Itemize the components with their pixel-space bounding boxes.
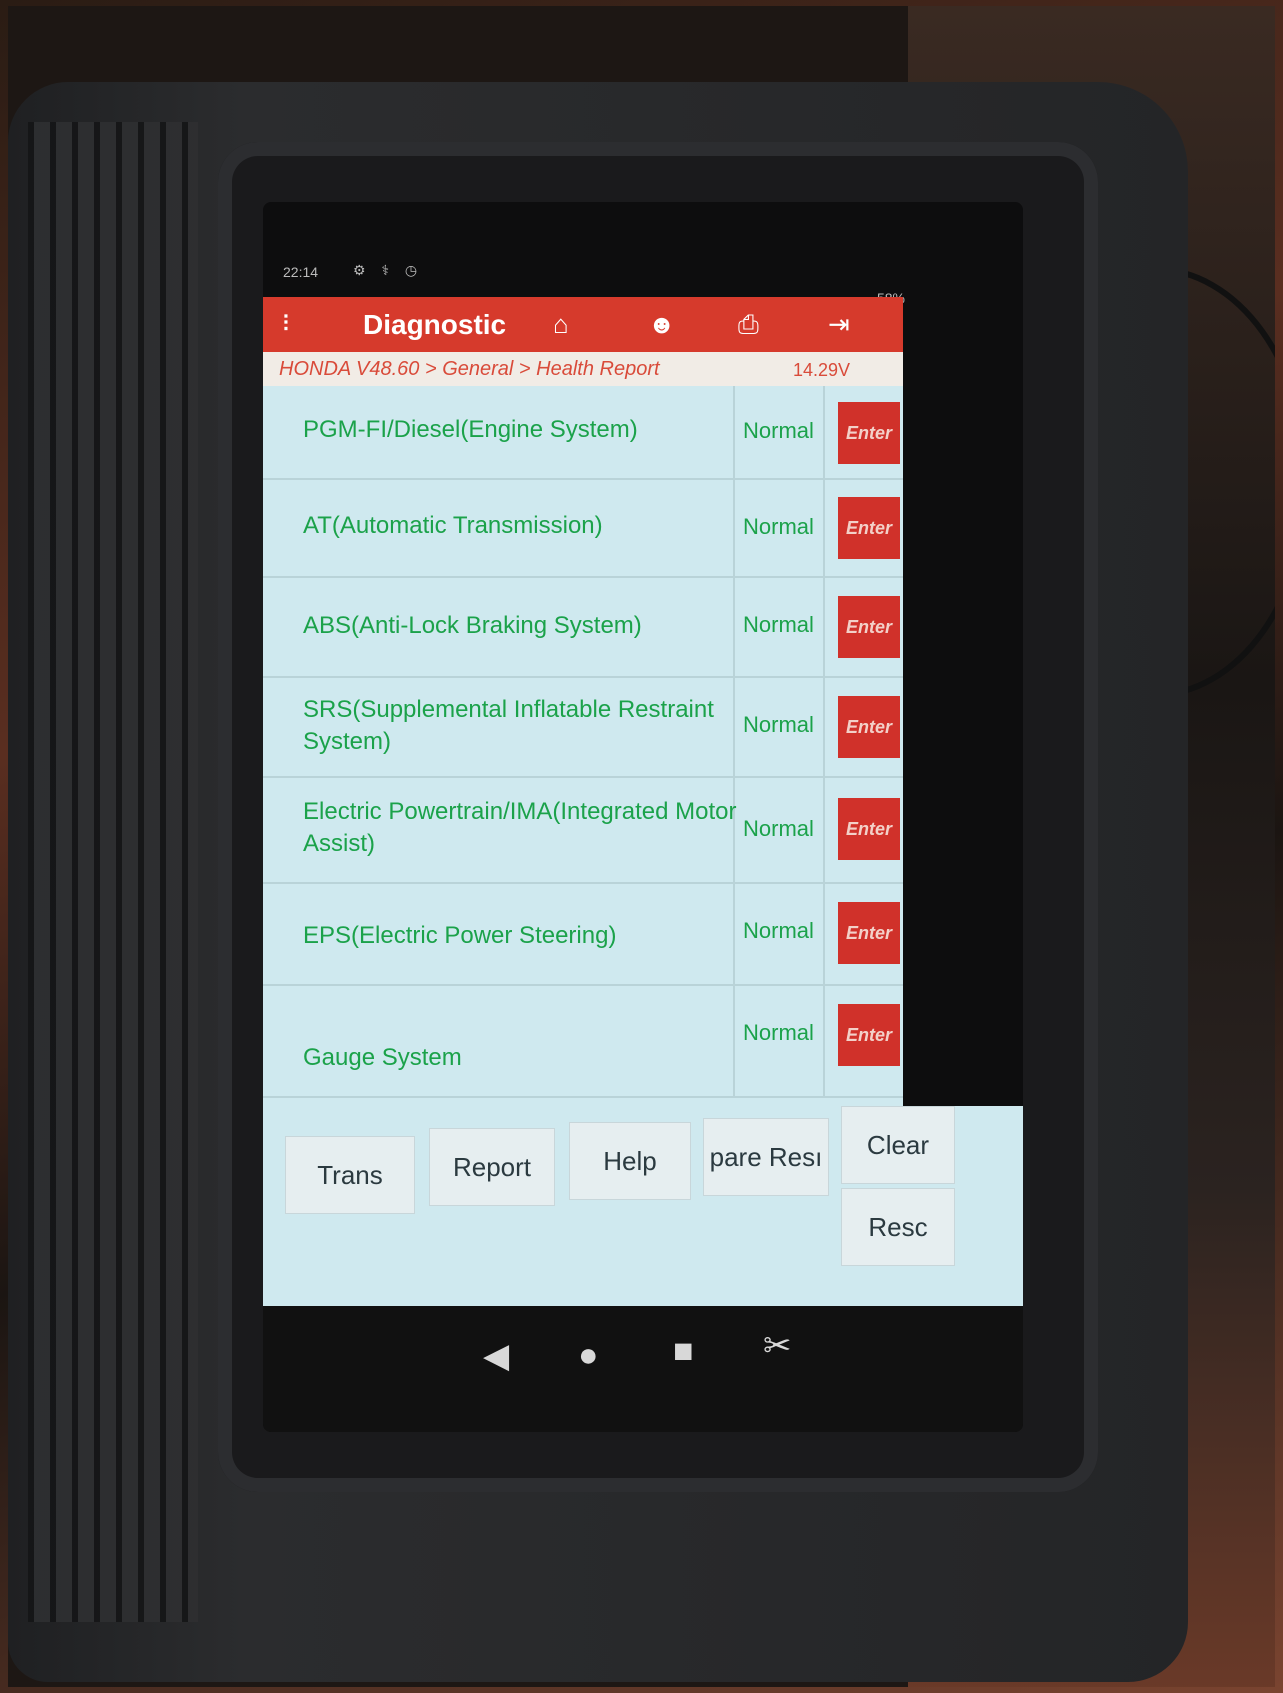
enter-button[interactable]: Enter — [838, 696, 900, 758]
print-icon[interactable]: ⎙ — [738, 309, 759, 341]
system-status: Normal — [743, 918, 814, 943]
user-icon[interactable]: ☻ — [648, 309, 675, 340]
system-name: EPS(Electric Power Steering) — [303, 922, 617, 949]
breadcrumb-bar: HONDA V48.60 > General > Health Report 1… — [263, 352, 903, 386]
list-item: ABS(Anti-Lock Braking System) Normal Ent… — [263, 578, 903, 678]
enter-button[interactable]: Enter — [838, 798, 900, 860]
column-divider — [823, 884, 825, 984]
footer-toolbar: Trans Report Help pare Resı Clear Resc — [263, 1106, 1023, 1306]
system-status: Normal — [743, 712, 814, 737]
menu-icon[interactable]: ⫶ — [283, 311, 289, 337]
home-nav-icon[interactable]: ● — [578, 1336, 599, 1375]
photo-frame: 22:14 ⚙ ⚕ ◷ 58% ⫶ Diagnostic ⌂ ☻ ⎙ ⇥ HON… — [8, 6, 1275, 1687]
enter-button[interactable]: Enter — [838, 596, 900, 658]
clear-button[interactable]: Clear — [841, 1106, 955, 1184]
list-item: Electric Powertrain/IMA(Integrated Motor… — [263, 778, 903, 884]
column-divider — [823, 678, 825, 776]
home-icon[interactable]: ⌂ — [553, 309, 569, 340]
list-item: Gauge System Normal Enter — [263, 986, 903, 1098]
column-divider — [823, 986, 825, 1096]
exit-icon[interactable]: ⇥ — [828, 309, 850, 340]
system-status: Normal — [743, 514, 814, 539]
scan-tool-device: 22:14 ⚙ ⚕ ◷ 58% ⫶ Diagnostic ⌂ ☻ ⎙ ⇥ HON… — [8, 82, 1188, 1682]
recent-apps-icon[interactable]: ■ — [673, 1332, 694, 1371]
list-item: SRS(Supplemental Inflatable Restraint Sy… — [263, 678, 903, 778]
breadcrumb: HONDA V48.60 > General > Health Report — [279, 358, 660, 380]
system-status: Normal — [743, 816, 814, 841]
device-grip-ridges — [28, 122, 198, 1622]
system-status: Normal — [743, 612, 814, 637]
resc-button[interactable]: Resc — [841, 1188, 955, 1266]
status-icons: ⚙ ⚕ ◷ — [353, 262, 424, 278]
list-item: EPS(Electric Power Steering) Normal Ente… — [263, 884, 903, 986]
column-divider — [733, 986, 735, 1096]
back-icon[interactable]: ◀ — [483, 1336, 509, 1376]
system-name: AT(Automatic Transmission) — [303, 512, 603, 539]
status-time: 22:14 — [283, 264, 319, 280]
help-button[interactable]: Help — [569, 1122, 691, 1200]
system-status: Normal — [743, 1020, 814, 1045]
app-header: ⫶ Diagnostic ⌂ ☻ ⎙ ⇥ — [263, 297, 903, 352]
system-status: Normal — [743, 418, 814, 443]
system-name: Gauge System — [303, 1044, 462, 1071]
trans-button[interactable]: Trans — [285, 1136, 415, 1214]
tablet-screen: 22:14 ⚙ ⚕ ◷ 58% ⫶ Diagnostic ⌂ ☻ ⎙ ⇥ HON… — [263, 202, 1023, 1432]
column-divider — [823, 578, 825, 676]
enter-button[interactable]: Enter — [838, 402, 900, 464]
screenshot-icon[interactable]: ✂ — [763, 1326, 792, 1366]
battery-voltage: 14.29V — [793, 360, 851, 380]
android-nav-bar: ◀ ● ■ ✂ — [263, 1306, 1023, 1432]
page-title: Diagnostic — [363, 309, 507, 340]
enter-button[interactable]: Enter — [838, 902, 900, 964]
column-divider — [823, 386, 825, 478]
system-name: PGM-FI/Diesel(Engine System) — [303, 416, 638, 443]
enter-button[interactable]: Enter — [838, 1004, 900, 1066]
system-name: ABS(Anti-Lock Braking System) — [303, 612, 642, 639]
status-bar: 22:14 ⚙ ⚕ ◷ 58% — [263, 202, 1023, 306]
system-name: Electric Powertrain/IMA(Integrated Motor… — [303, 798, 737, 857]
system-name: SRS(Supplemental Inflatable Restraint Sy… — [303, 696, 714, 755]
system-list: PGM-FI/Diesel(Engine System) Normal Ente… — [263, 386, 903, 1106]
enter-button[interactable]: Enter — [838, 497, 900, 559]
list-item: PGM-FI/Diesel(Engine System) Normal Ente… — [263, 386, 903, 480]
column-divider — [823, 480, 825, 576]
report-button[interactable]: Report — [429, 1128, 555, 1206]
column-divider — [823, 778, 825, 882]
compare-result-button[interactable]: pare Resı — [703, 1118, 829, 1196]
list-item: AT(Automatic Transmission) Normal Enter — [263, 480, 903, 578]
